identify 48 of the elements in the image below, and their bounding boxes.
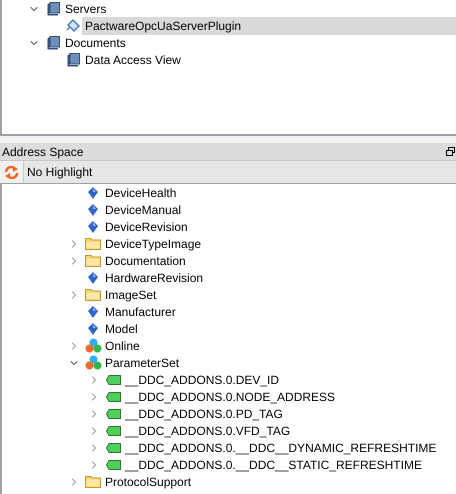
balls-icon — [84, 338, 102, 353]
folder-icon — [85, 288, 101, 301]
tree-item[interactable]: DeviceRevision — [102, 218, 456, 236]
tag-icon — [106, 408, 120, 418]
tree-item[interactable]: Manufacturer — [102, 302, 456, 320]
plug-icon — [66, 18, 80, 33]
diamond-icon — [88, 204, 98, 216]
restore-icon[interactable] — [446, 147, 455, 156]
highlight-field[interactable]: No Highlight — [23, 161, 456, 183]
tree-item[interactable]: ProtocolSupport — [102, 472, 456, 490]
tag-icon — [106, 392, 120, 402]
tree-item[interactable]: PactwareOpcUaServerPlugin — [82, 16, 456, 34]
diamond-icon — [88, 272, 98, 284]
tree-item[interactable]: Model — [102, 320, 456, 338]
tag-icon — [106, 426, 120, 436]
diamond-icon — [88, 306, 98, 318]
diamond-icon — [88, 220, 98, 232]
diamond-icon — [88, 322, 98, 334]
tree-item[interactable]: __DDC_ADDONS.0.VFD_TAG — [122, 422, 456, 440]
book-icon — [66, 52, 80, 66]
tree-item[interactable]: HardwareRevision — [102, 268, 456, 286]
refresh-icon — [4, 166, 19, 178]
diamond-icon — [88, 186, 98, 198]
tree-item[interactable]: DeviceHealth — [102, 184, 456, 202]
tree-item[interactable]: __DDC_ADDONS.0.DEV_ID — [122, 370, 456, 388]
panel-title: Address Space — [2, 144, 84, 160]
balls-icon — [84, 355, 102, 370]
tree-item[interactable]: Data Access View — [82, 50, 456, 68]
tree-item[interactable]: DeviceManual — [102, 200, 456, 218]
tree-item[interactable]: __DDC_ADDONS.0.PD_TAG — [122, 404, 456, 422]
tag-icon — [106, 460, 120, 470]
tree-item[interactable]: __DDC_ADDONS.0.NODE_ADDRESS — [122, 388, 456, 406]
tag-icon — [106, 442, 120, 452]
tree-item[interactable]: ImageSet — [102, 286, 456, 304]
tree-item[interactable]: ParameterSet — [102, 354, 456, 372]
tree-item[interactable]: __DDC_ADDONS.0.__DDC__DYNAMIC_REFRESHTIME — [122, 438, 456, 456]
book-icon — [46, 36, 60, 50]
tree-item[interactable]: __DDC_ADDONS.0.__DDC__STATIC_REFRESHTIME — [122, 456, 456, 474]
tree-item[interactable]: Documents — [62, 34, 456, 52]
book-icon — [46, 2, 60, 16]
tag-icon — [106, 374, 120, 384]
folder-icon — [85, 237, 101, 250]
tree-item[interactable]: Documentation — [102, 252, 456, 270]
tree-item[interactable]: DeviceTypeImage — [102, 234, 456, 252]
folder-icon — [85, 475, 101, 488]
folder-icon — [85, 254, 101, 267]
tree-item[interactable]: Servers — [62, 0, 456, 18]
tree-item[interactable]: Online — [102, 336, 456, 354]
